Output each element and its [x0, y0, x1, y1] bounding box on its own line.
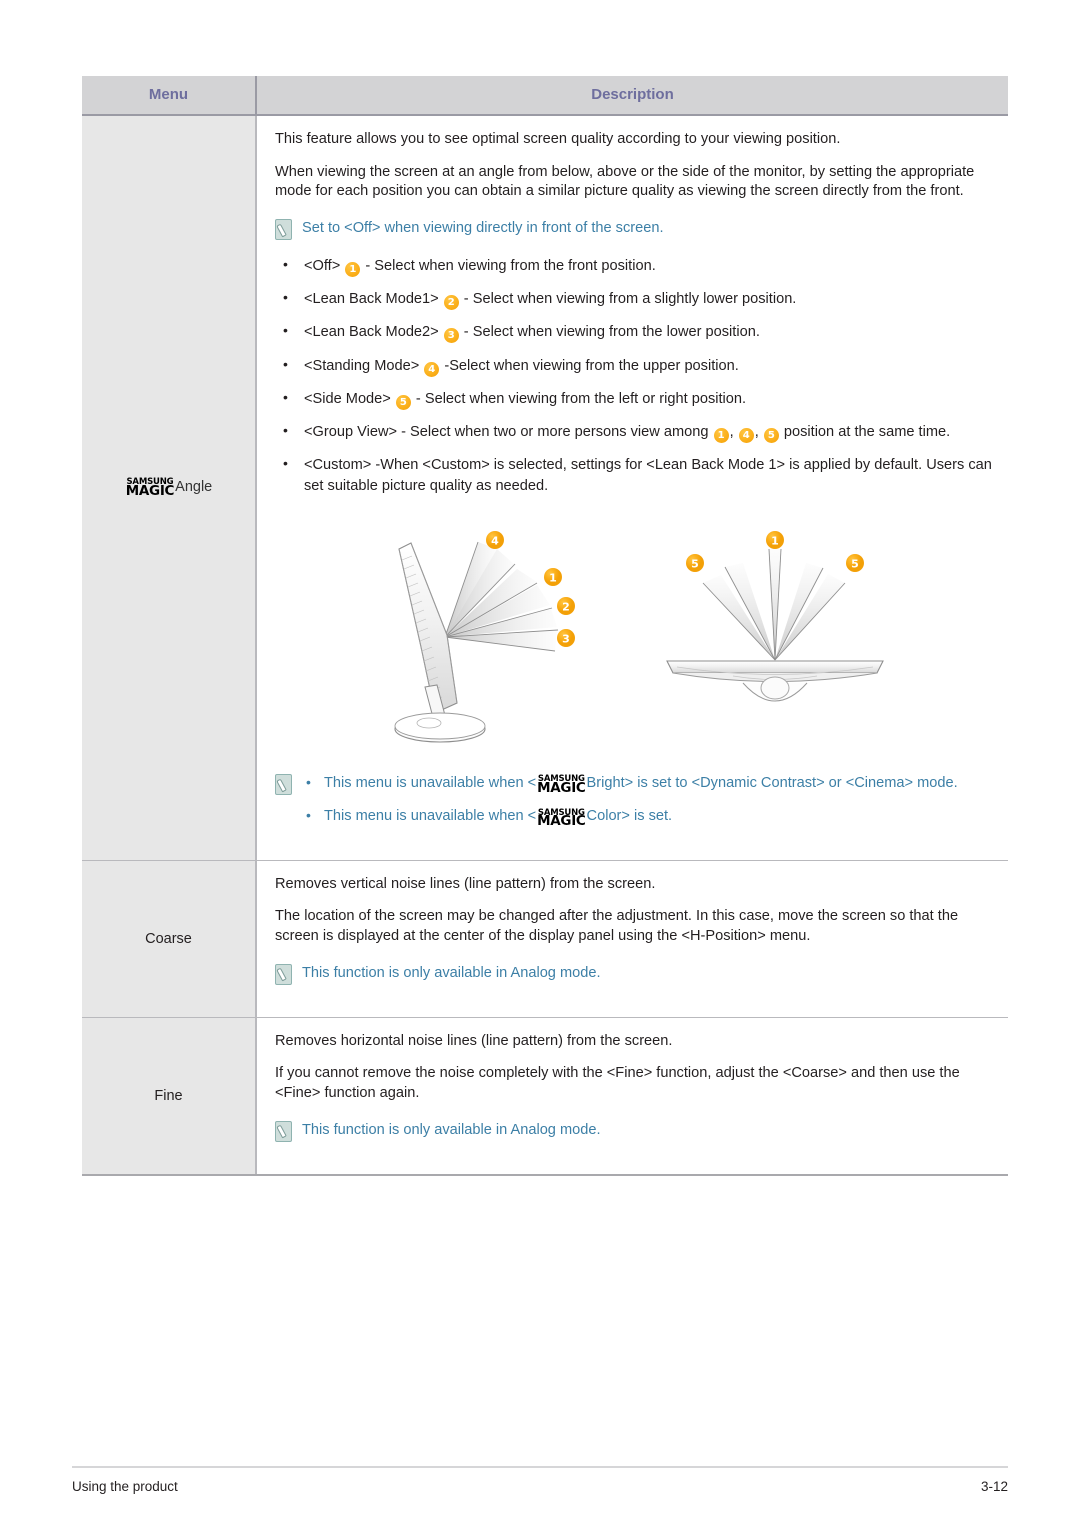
note-list-item: This menu is unavailable when <SAMSUNGMA… [302, 805, 958, 830]
badge-number: 4 [738, 427, 754, 443]
svg-text:5: 5 [691, 558, 699, 571]
table-row: SAMSUNG MAGIC Angle This feature allows … [82, 115, 1008, 861]
badge-comma: , [729, 423, 734, 440]
page-footer: Using the product 3-12 [72, 1466, 1008, 1494]
footer-section-label: Using the product [72, 1479, 178, 1494]
note-icon [275, 219, 292, 241]
badge-number: 3 [443, 328, 459, 344]
note-post: Color> is set. [586, 808, 673, 825]
paragraph: If you cannot remove the noise completel… [275, 1065, 960, 1102]
note-text: Set to <Off> when viewing directly in fr… [302, 220, 664, 237]
samsung-magic-logo: SAMSUNG MAGIC [125, 478, 175, 499]
badge-comma: , [754, 423, 759, 440]
bullet-suffix: -Select when viewing from the upper posi… [440, 357, 739, 374]
logo-magic-text: MAGIC [537, 780, 586, 797]
bullet-prefix: <Lean Back Mode1> [304, 291, 443, 308]
menu-cell-fine: Fine [82, 1017, 257, 1176]
note-post: Bright> is set to <Dynamic Contrast> or … [586, 775, 958, 792]
badge-number: 1 [713, 427, 729, 443]
logo-magic-text: MAGIC [537, 813, 586, 830]
badge-number: 5 [763, 427, 779, 443]
figure-badge-5-left: 5 [685, 554, 704, 573]
svg-text:1: 1 [771, 535, 779, 548]
note-list-item: This menu is unavailable when <SAMSUNGMA… [302, 772, 958, 797]
column-header-menu: Menu [82, 76, 257, 116]
description-cell-coarse: Removes vertical noise lines (line patte… [256, 860, 1008, 1018]
figure-badge-1-top: 1 [765, 531, 784, 550]
note-bullet-list: This menu is unavailable when <SAMSUNGMA… [302, 772, 958, 830]
note-unavailable-group: This menu is unavailable when <SAMSUNGMA… [275, 772, 994, 830]
list-item: <Standing Mode> 4 -Select when viewing f… [275, 354, 994, 377]
note-set-to-off: Set to <Off> when viewing directly in fr… [275, 218, 994, 241]
menu-cell-angle: SAMSUNG MAGIC Angle [82, 115, 257, 861]
top-view-monitor: 5 1 5 [665, 531, 884, 702]
bullet-suffix: - Select when viewing from the left or r… [411, 390, 747, 407]
bullet-prefix: <Side Mode> [304, 390, 395, 407]
figure-badge-3: 3 [556, 629, 575, 648]
paragraph: Removes vertical noise lines (line patte… [275, 875, 656, 892]
note-text: This function is only available in Analo… [302, 964, 601, 981]
bullet-suffix: - Select when viewing from the lower pos… [459, 324, 760, 341]
bullet-prefix: <Standing Mode> [304, 357, 424, 374]
footer-page-number: 3-12 [980, 1479, 1008, 1494]
list-item: <Side Mode> 5 - Select when viewing from… [275, 387, 994, 410]
bullet-prefix: <Off> [304, 258, 345, 275]
samsung-magic-logo: SAMSUNG MAGIC [537, 775, 586, 797]
menu-label-angle: Angle [175, 478, 213, 495]
badge-number: 5 [395, 394, 411, 410]
badge-number: 1 [345, 262, 361, 278]
mode-bullet-list: <Off> 1 - Select when viewing from the f… [275, 254, 994, 497]
note-pre: This menu is unavailable when < [324, 775, 537, 792]
monitor-viewing-angle-illustration: 4 1 2 3 5 1 5 [393, 531, 884, 743]
note-analog-only: This function is only available in Analo… [275, 963, 994, 985]
viewing-angle-figure: 4 1 2 3 5 1 5 [275, 527, 994, 757]
svg-text:3: 3 [562, 633, 570, 646]
logo-magic-text: MAGIC [125, 482, 175, 499]
figure-badge-4: 4 [485, 531, 504, 550]
list-item: <Off> 1 - Select when viewing from the f… [275, 254, 994, 278]
manual-page: Menu Description SAMSUNG MAGIC Angle Thi… [0, 0, 1080, 1527]
bullet-suffix: - Select when viewing from the front pos… [361, 258, 656, 275]
note-pre: This menu is unavailable when < [324, 808, 537, 825]
list-item: <Lean Back Mode1> 2 - Select when viewin… [275, 287, 994, 311]
table-row: Fine Removes horizontal noise lines (lin… [82, 1017, 1008, 1176]
svg-text:4: 4 [491, 535, 499, 548]
paragraph: When viewing the screen at an angle from… [275, 163, 975, 200]
note-analog-only: This function is only available in Analo… [275, 1120, 994, 1142]
note-icon [275, 774, 292, 796]
paragraph: The location of the screen may be change… [275, 908, 959, 944]
settings-table: Menu Description SAMSUNG MAGIC Angle Thi… [82, 76, 1008, 1176]
column-header-description: Description [256, 76, 1008, 116]
note-icon [275, 1120, 292, 1142]
menu-cell-coarse: Coarse [82, 860, 257, 1018]
badge-number: 4 [424, 361, 440, 377]
list-item-group-view: <Group View> - Select when two or more p… [275, 420, 994, 443]
group-view-lead: <Group View> - Select when two or more p… [304, 423, 713, 440]
note-text: This function is only available in Analo… [302, 1121, 601, 1138]
svg-text:2: 2 [562, 601, 570, 614]
samsung-magic-logo: SAMSUNG MAGIC [537, 808, 586, 830]
group-view-tail: position at the same time. [779, 423, 951, 440]
bullet-prefix: <Lean Back Mode2> [304, 324, 443, 341]
paragraph: Removes horizontal noise lines (line pat… [275, 1032, 673, 1049]
svg-text:1: 1 [549, 572, 557, 585]
bullet-suffix: - Select when viewing from a slightly lo… [459, 291, 797, 308]
figure-badge-5-right: 5 [845, 554, 864, 573]
paragraph: This feature allows you to see optimal s… [275, 131, 841, 147]
list-item: <Lean Back Mode2> 3 - Select when viewin… [275, 320, 994, 344]
description-cell-angle: This feature allows you to see optimal s… [256, 115, 1008, 861]
note-icon [275, 963, 292, 985]
list-item-custom: <Custom> -When <Custom> is selected, set… [275, 453, 994, 497]
table-row: Coarse Removes vertical noise lines (lin… [82, 860, 1008, 1018]
description-cell-fine: Removes horizontal noise lines (line pat… [256, 1017, 1008, 1176]
figure-badge-2: 2 [556, 597, 575, 616]
svg-text:5: 5 [851, 558, 859, 571]
side-view-monitor: 4 1 2 3 [393, 531, 575, 743]
figure-badge-1: 1 [543, 568, 562, 587]
badge-number: 2 [443, 295, 459, 311]
table-header-row: Menu Description [82, 76, 1008, 116]
